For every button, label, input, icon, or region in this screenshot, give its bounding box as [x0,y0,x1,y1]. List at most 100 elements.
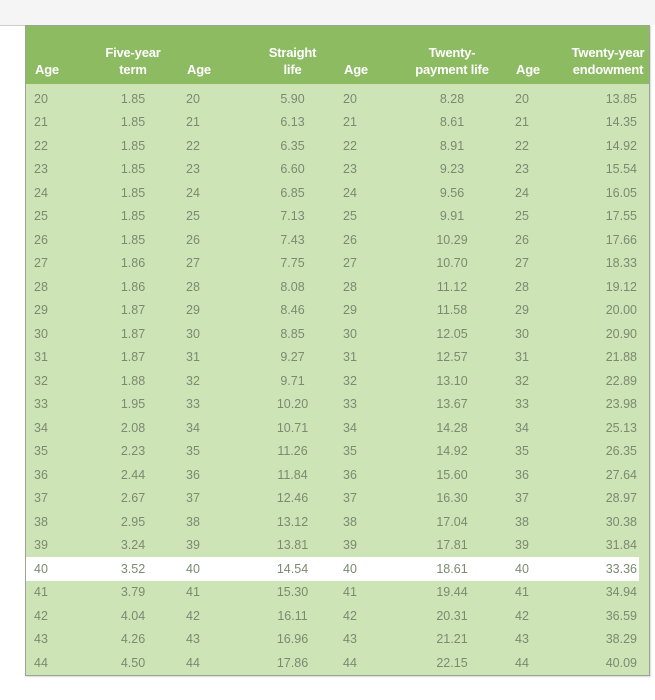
table-row: 42 4.04 42 16.11 42 20.31 42 36.59 [26,604,649,628]
twenty-payment-life-cell: 13.67 [436,397,468,412]
five-year-term-cell: 1.87 [120,350,146,365]
five-year-term-cell: 2.95 [120,514,146,529]
table-row: 33 1.95 33 10.20 33 13.67 33 23.98 [26,393,649,417]
twenty-year-endowment-cell: 18.33 [605,256,637,271]
five-year-term-cell: 4.26 [120,632,146,647]
age-cell: 37 [34,491,48,506]
header-age: Age [178,26,250,84]
age-cell: 21 [186,115,200,130]
straight-life-cell: 13.12 [276,514,309,529]
straight-life-cell: 15.30 [276,585,309,600]
five-year-term-cell: 1.86 [120,279,146,294]
header-age: Age [335,26,397,84]
age-cell: 42 [515,608,529,623]
header-line: Age [516,62,540,77]
table-row: 27 1.86 27 7.75 27 10.70 27 18.33 [26,252,649,276]
age-cell: 20 [343,91,357,106]
age-cell: 25 [343,209,357,224]
age-cell: 20 [186,91,200,106]
five-year-term-cell: 3.24 [120,538,146,553]
age-cell: 37 [515,491,529,506]
twenty-payment-life-cell: 9.23 [439,162,465,177]
age-cell: 44 [186,655,200,670]
header-line: term [119,62,147,77]
header-five-year-term: Five-year term [88,26,178,84]
age-cell: 43 [343,632,357,647]
age-cell: 35 [34,444,48,459]
table-row: 24 1.85 24 6.85 24 9.56 24 16.05 [26,181,649,205]
table-row: 34 2.08 34 10.71 34 14.28 34 25.13 [26,416,649,440]
age-cell: 24 [515,185,529,200]
age-cell: 20 [515,91,529,106]
age-cell: 41 [515,585,529,600]
age-cell: 32 [34,373,48,388]
header-age: Age [507,26,567,84]
age-cell: 36 [34,467,48,482]
table-body: 20 1.85 20 5.90 20 8.28 20 13.85 21 1.85 21 6.13 21 8… [26,84,649,675]
twenty-year-endowment-cell: 31.84 [605,538,637,553]
age-cell: 39 [34,538,48,553]
age-cell: 43 [34,632,48,647]
age-cell: 25 [34,209,48,224]
header-line: Age [35,62,59,77]
age-cell: 35 [186,444,200,459]
twenty-year-endowment-cell: 40.09 [605,655,637,670]
age-cell: 30 [186,326,200,341]
age-cell: 21 [515,115,529,130]
age-cell: 38 [186,514,200,529]
age-cell: 29 [515,303,529,318]
age-cell: 26 [515,232,529,247]
header-line: Straight [268,45,317,60]
five-year-term-cell: 1.87 [120,326,146,341]
twenty-year-endowment-cell: 22.89 [605,373,637,388]
twenty-payment-life-cell: 15.60 [436,467,468,482]
straight-life-cell: 9.71 [280,373,305,388]
age-cell: 28 [515,279,529,294]
age-cell: 36 [343,467,357,482]
twenty-payment-life-cell: 12.05 [436,326,468,341]
five-year-term-cell: 1.88 [120,373,146,388]
age-cell: 32 [515,373,529,388]
twenty-payment-life-cell: 21.21 [436,632,468,647]
five-year-term-cell: 4.04 [120,608,146,623]
five-year-term-cell: 1.86 [120,256,146,271]
age-cell: 37 [343,491,357,506]
age-cell: 26 [186,232,200,247]
table-row: 28 1.86 28 8.08 28 11.12 28 19.12 [26,275,649,299]
age-cell: 25 [186,209,200,224]
age-cell: 26 [343,232,357,247]
age-cell: 21 [34,115,48,130]
age-cell: 37 [186,491,200,506]
header-line: payment life [415,62,489,77]
twenty-payment-life-cell: 8.28 [439,91,465,106]
age-cell: 32 [343,373,357,388]
age-cell: 40 [26,557,88,581]
age-cell: 42 [343,608,357,623]
straight-life-cell: 7.75 [280,256,305,271]
five-year-term-cell: 2.08 [120,420,146,435]
twenty-year-endowment-cell: 30.38 [605,514,637,529]
rate-table: Age Five-year term Age Straight life Age Twenty… [26,26,649,675]
five-year-term-cell: 1.87 [120,303,146,318]
top-band [0,0,655,25]
twenty-year-endowment-cell: 19.12 [605,279,637,294]
age-cell: 44 [343,655,357,670]
table-row: 26 1.85 26 7.43 26 10.29 26 17.66 [26,228,649,252]
age-cell: 22 [515,138,529,153]
header-line: Twenty-year [571,45,645,60]
age-cell: 27 [34,256,48,271]
twenty-payment-life-cell: 16.30 [436,491,468,506]
table-row: 36 2.44 36 11.84 36 15.60 36 27.64 [26,463,649,487]
straight-life-cell: 11.84 [277,467,308,482]
table-row: 43 4.26 43 16.96 43 21.21 43 38.29 [26,628,649,652]
header-twenty-payment-life: Twenty-payment life [397,26,507,84]
age-cell: 23 [34,162,48,177]
twenty-year-endowment-cell: 14.92 [605,138,637,153]
table-row: 25 1.85 25 7.13 25 9.91 25 17.55 [26,205,649,229]
twenty-payment-life-cell: 19.44 [436,585,468,600]
five-year-term-cell: 1.85 [120,115,146,130]
twenty-year-endowment-cell: 17.55 [605,209,637,224]
age-cell: 39 [515,538,529,553]
straight-life-cell: 6.35 [280,138,305,153]
header-line: life [283,62,302,77]
